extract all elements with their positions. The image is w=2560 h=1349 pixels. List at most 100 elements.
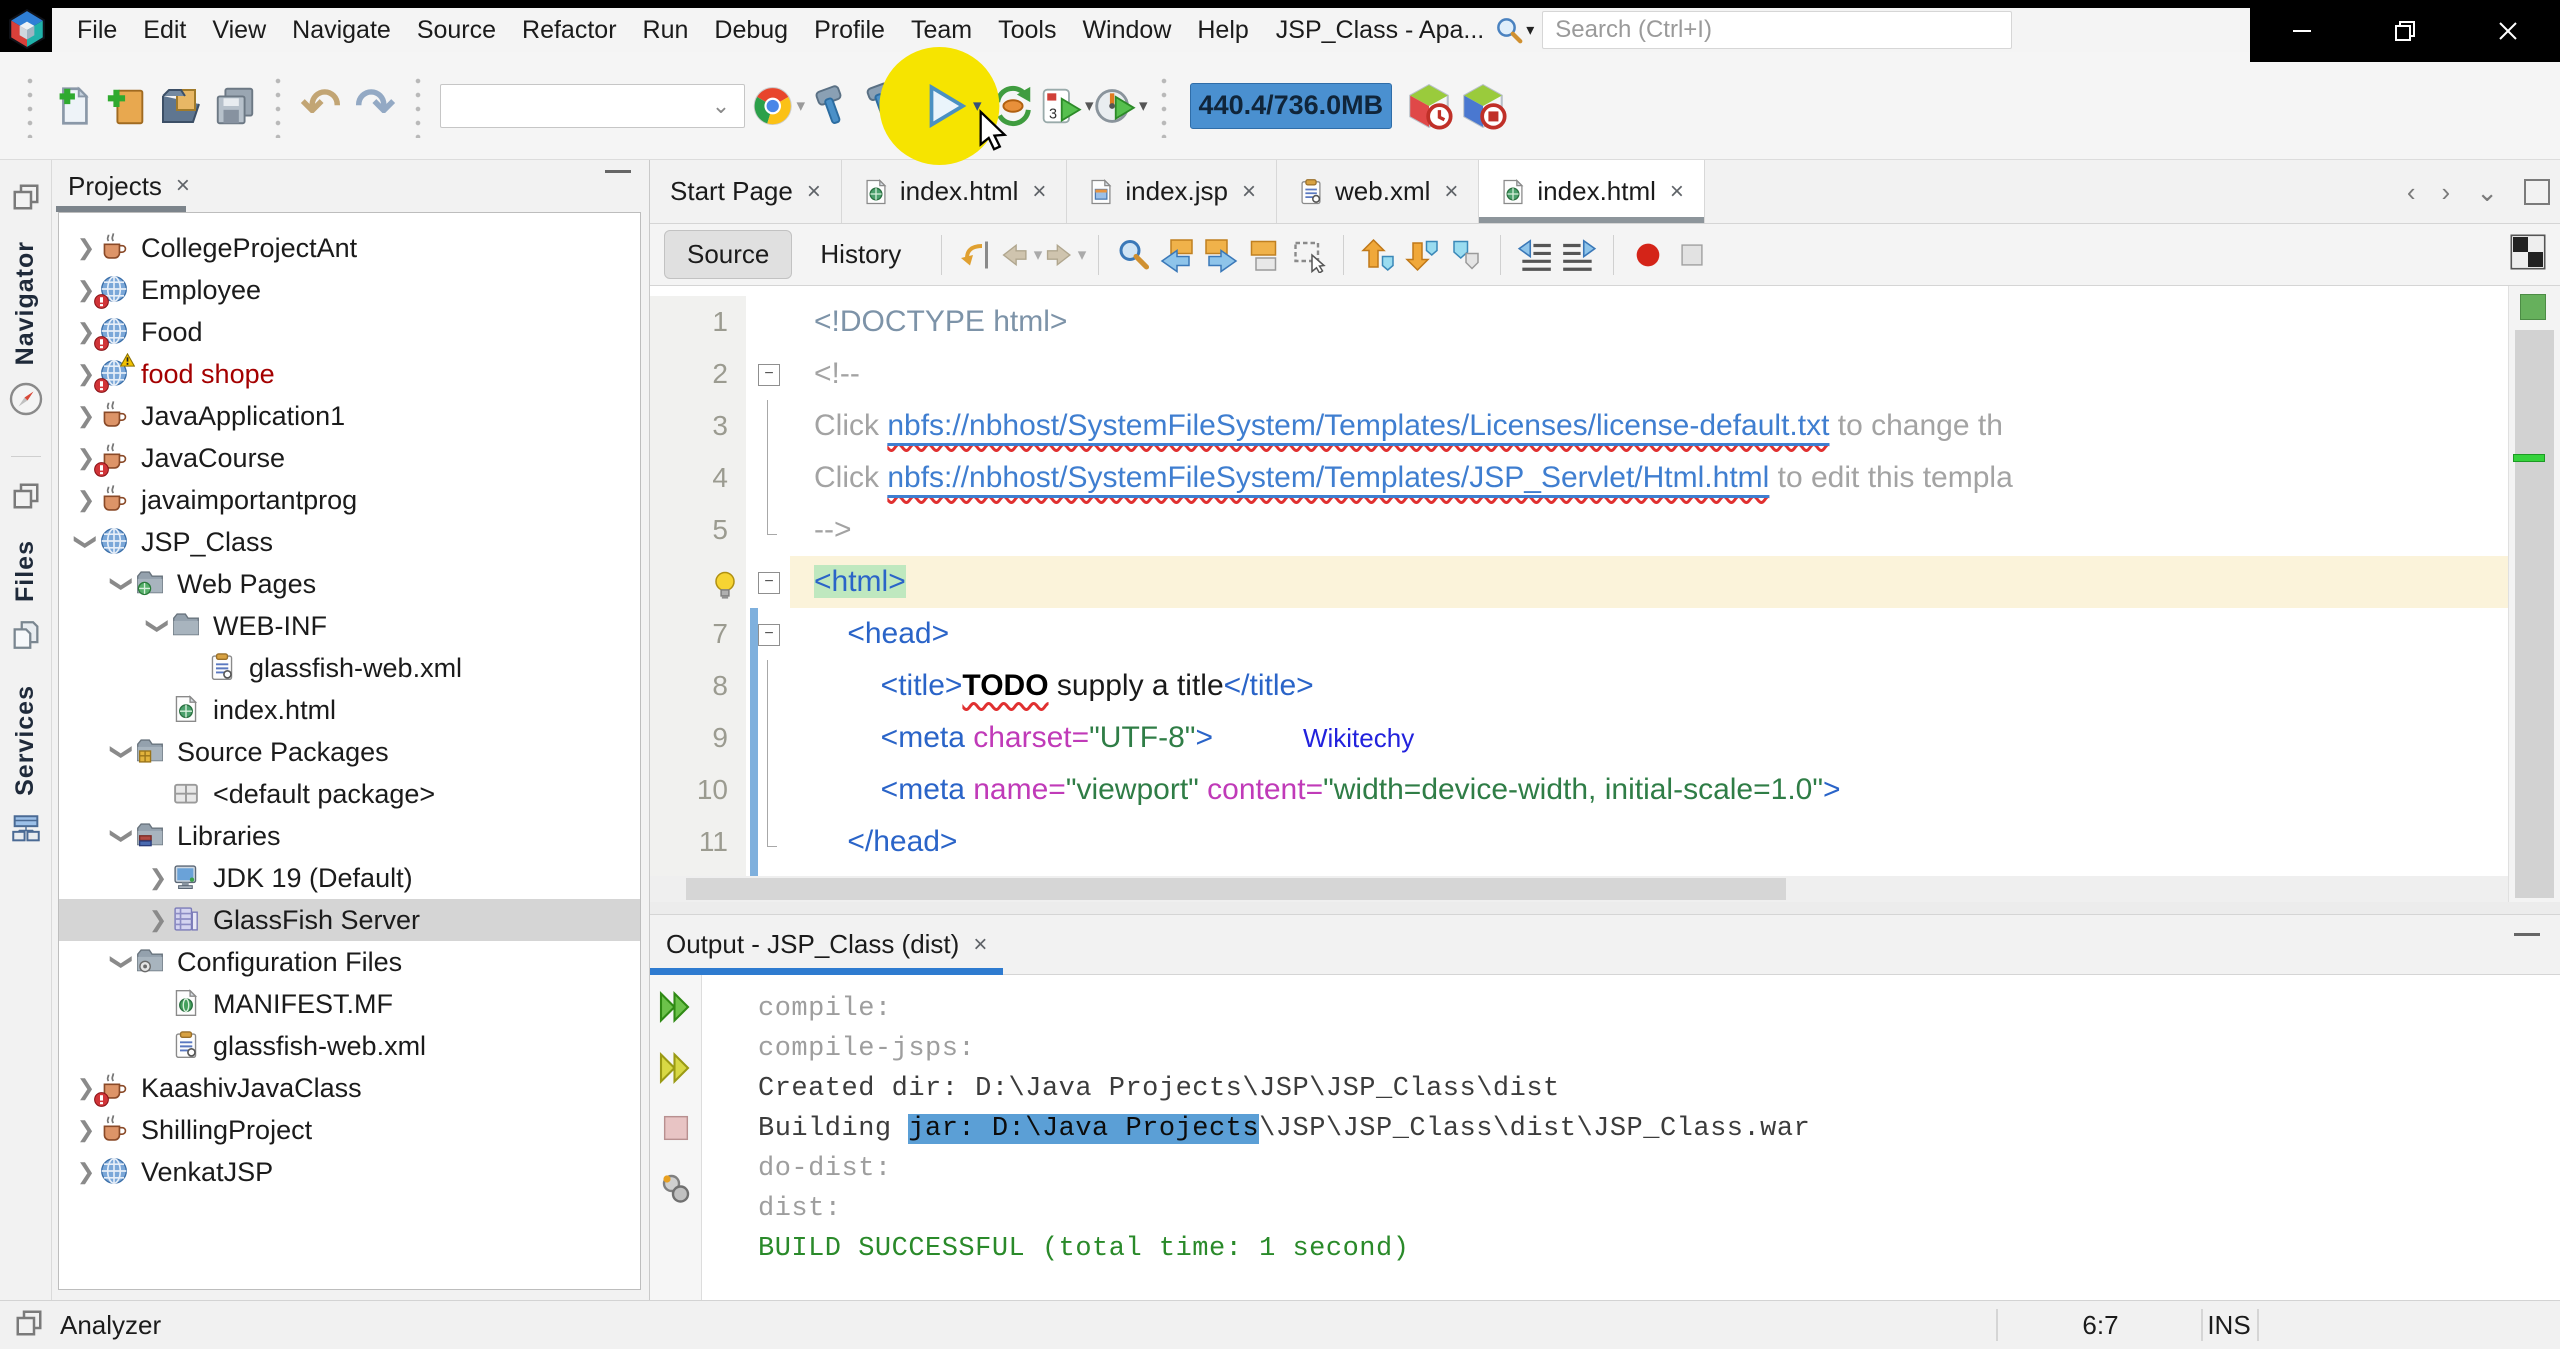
tree-item[interactable]: ❯ JDK 19 (Default) <box>59 857 640 899</box>
rail-tab-files[interactable]: Files <box>11 540 40 602</box>
toolbar-grip[interactable] <box>414 73 422 138</box>
minimize-panel-icon[interactable] <box>605 170 631 173</box>
editor-tab[interactable]: index.html × <box>841 160 1068 223</box>
tree-item[interactable]: ❯ JavaApplication1 <box>59 395 640 437</box>
new-project-button[interactable] <box>100 74 154 138</box>
menu-tools[interactable]: Tools <box>985 10 1069 51</box>
tree-item[interactable]: ❯ KaashivJavaClass <box>59 1067 640 1109</box>
chevron-right-icon[interactable]: ❯ <box>145 865 171 891</box>
chevron-right-icon[interactable]: ❯ <box>73 487 99 513</box>
chevron-down-icon[interactable]: ❯ <box>145 613 171 639</box>
forward-icon[interactable]: ▾ <box>1042 231 1086 279</box>
tree-item[interactable]: MANIFEST.MF <box>59 983 640 1025</box>
chevron-right-icon[interactable]: ❯ <box>145 907 171 933</box>
code-line[interactable]: 3 Click nbfs://nbhost/SystemFileSystem/Te… <box>650 400 2508 452</box>
search-dropdown-icon[interactable]: ▾ <box>1526 20 1534 40</box>
tree-item[interactable]: ❯ food shope <box>59 353 640 395</box>
close-icon[interactable]: × <box>807 178 821 206</box>
open-project-button[interactable] <box>154 74 208 138</box>
last-edit-location-icon[interactable] <box>954 231 998 279</box>
profiler-clock-icon[interactable] <box>1402 74 1456 138</box>
configuration-combobox[interactable]: ⌄ <box>440 83 745 128</box>
search-input[interactable] <box>1542 11 2013 49</box>
chevron-down-icon[interactable]: ❯ <box>109 571 135 597</box>
toggle-highlight-icon[interactable] <box>1243 231 1287 279</box>
close-icon[interactable]: × <box>1032 178 1046 206</box>
horizontal-scrollbar-thumb[interactable] <box>686 878 1786 900</box>
editor-output-splitter[interactable] <box>650 902 2560 914</box>
stop-macro-icon[interactable] <box>1670 231 1714 279</box>
chevron-down-icon[interactable]: ❯ <box>109 739 135 765</box>
analyzer-icon[interactable] <box>14 1308 44 1343</box>
code-fold-toggle[interactable] <box>746 608 790 660</box>
tree-item[interactable]: ❯ Employee <box>59 269 640 311</box>
editor-tab[interactable]: Start Page × <box>650 160 842 223</box>
code-line[interactable]: 11 </head> <box>650 816 2508 868</box>
tab-list-dropdown-icon[interactable]: ⌄ <box>2476 177 2498 208</box>
rectangular-selection-icon[interactable] <box>1287 231 1331 279</box>
template-link[interactable]: nbfs://nbhost/SystemFileSystem/Templates… <box>887 409 1829 442</box>
minimize-button[interactable] <box>2250 0 2353 62</box>
ant-settings-button[interactable] <box>658 1170 694 1211</box>
editor-tab[interactable]: index.jsp × <box>1067 160 1278 223</box>
build-project-button[interactable] <box>805 74 859 138</box>
close-button[interactable] <box>2457 0 2560 62</box>
restore-window-group-icon[interactable] <box>11 481 41 516</box>
menu-run[interactable]: Run <box>630 10 702 51</box>
rail-tab-services[interactable]: Services <box>11 685 40 796</box>
profile-project-button[interactable]: ▾ <box>1094 74 1148 138</box>
tree-item[interactable]: ❯ Food <box>59 311 640 353</box>
find-selection-icon[interactable] <box>1111 231 1155 279</box>
code-line[interactable]: 4 Click nbfs://nbhost/SystemFileSystem/Te… <box>650 452 2508 504</box>
stop-build-button[interactable] <box>659 1111 693 1150</box>
tree-item[interactable]: ❯ CollegeProjectAnt <box>59 227 640 269</box>
restore-window-group-icon[interactable] <box>11 182 41 217</box>
profiler-stop-icon[interactable] <box>1456 74 1510 138</box>
menu-file[interactable]: File <box>64 10 130 51</box>
save-all-button[interactable] <box>208 74 262 138</box>
chevron-down-icon[interactable]: ❯ <box>73 529 99 555</box>
rail-tab-navigator[interactable]: Navigator <box>11 241 40 365</box>
no-errors-status-icon[interactable] <box>2520 294 2546 320</box>
back-icon[interactable]: ▾ <box>998 231 1042 279</box>
editor-tab[interactable]: web.xml × <box>1277 160 1480 223</box>
close-icon[interactable]: × <box>1242 178 1256 206</box>
tree-item[interactable]: glassfish-web.xml <box>59 647 640 689</box>
menu-debug[interactable]: Debug <box>701 10 801 51</box>
code-line[interactable]: 8 <title>TODO supply a title</title> <box>650 660 2508 712</box>
code-line[interactable]: 1 <!DOCTYPE html> <box>650 296 2508 348</box>
editor-tab[interactable]: index.html × <box>1479 160 1705 223</box>
code-line[interactable]: 7 <head> <box>650 608 2508 660</box>
code-line[interactable]: 9 <meta charset="UTF-8"> Wikitechy <box>650 712 2508 764</box>
split-document-icon[interactable] <box>2508 232 2548 277</box>
tree-item[interactable]: ❯ WEB-INF <box>59 605 640 647</box>
close-icon[interactable]: × <box>176 172 190 200</box>
shift-line-right-icon[interactable] <box>1557 231 1601 279</box>
tree-item[interactable]: ❯ Configuration Files <box>59 941 640 983</box>
maximize-window-icon[interactable] <box>2524 179 2550 205</box>
close-icon[interactable]: × <box>1670 178 1684 206</box>
redo-button[interactable]: ↷ <box>348 74 402 138</box>
scroll-tabs-right-icon[interactable]: › <box>2442 177 2451 208</box>
chevron-right-icon[interactable]: ❯ <box>73 1159 99 1185</box>
tree-item[interactable]: ❯ ShillingProject <box>59 1109 640 1151</box>
new-file-button[interactable] <box>46 74 100 138</box>
tree-item[interactable]: ❯ JSP_Class <box>59 521 640 563</box>
menu-edit[interactable]: Edit <box>130 10 199 51</box>
browser-chrome-icon[interactable]: ▾ <box>751 74 805 138</box>
next-occurrence-icon[interactable] <box>1199 231 1243 279</box>
search-icon[interactable]: ▾ <box>1494 15 1534 45</box>
tree-item[interactable]: ❯ Libraries <box>59 815 640 857</box>
previous-occurrence-icon[interactable] <box>1155 231 1199 279</box>
minimize-output-icon[interactable] <box>2514 933 2540 936</box>
toolbar-grip[interactable] <box>26 73 34 138</box>
code-fold-toggle[interactable] <box>746 556 790 608</box>
source-view-button[interactable]: Source <box>664 230 793 279</box>
record-macro-icon[interactable] <box>1626 231 1670 279</box>
toggle-bookmark-icon[interactable] <box>1444 231 1488 279</box>
code-line[interactable]: 5 --> <box>650 504 2508 556</box>
scroll-tabs-left-icon[interactable]: ‹ <box>2407 177 2416 208</box>
vertical-scrollbar[interactable] <box>2508 286 2560 902</box>
menu-navigate[interactable]: Navigate <box>279 10 404 51</box>
menu-refactor[interactable]: Refactor <box>509 10 629 51</box>
